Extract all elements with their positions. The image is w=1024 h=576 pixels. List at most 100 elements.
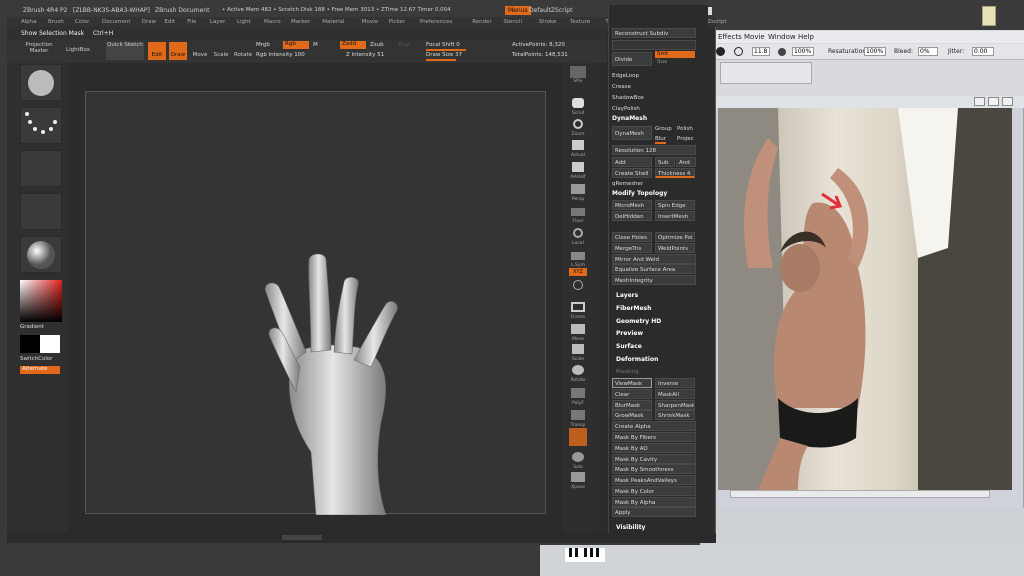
- mask-by-alpha-button[interactable]: Mask By Alpha: [612, 497, 696, 507]
- bleed-field[interactable]: 0%: [918, 47, 938, 56]
- main-color-swatch[interactable]: [40, 335, 60, 353]
- draw-button[interactable]: Draw: [169, 42, 187, 60]
- actual-icon[interactable]: Actual: [568, 140, 588, 160]
- micromesh-button[interactable]: MicroMesh: [612, 200, 652, 210]
- qremesher-menu[interactable]: qRemesher: [612, 179, 643, 189]
- menu-stroke[interactable]: Stroke: [539, 19, 557, 25]
- menu-color[interactable]: Color: [75, 19, 89, 25]
- menu-marker[interactable]: Marker: [291, 19, 310, 25]
- optimize-points-button[interactable]: Optimize Poi: [655, 232, 695, 242]
- bottom-scroll-handle[interactable]: [282, 535, 322, 540]
- alpha-thumbnail[interactable]: [20, 150, 62, 187]
- menu-brush[interactable]: Brush: [48, 19, 64, 25]
- mirror-and-weld-button[interactable]: Mirror And Weld: [612, 254, 696, 264]
- scroll-icon[interactable]: Scroll: [568, 98, 588, 118]
- blur-slider[interactable]: Blur: [655, 134, 667, 144]
- polyf-icon[interactable]: PolyF: [568, 388, 588, 408]
- mesh-integrity-button[interactable]: MeshIntegrity: [612, 275, 696, 285]
- polish-toggle[interactable]: Polish: [677, 124, 693, 134]
- move-button[interactable]: Move: [191, 42, 209, 60]
- alternate-button[interactable]: Alternate: [20, 366, 60, 374]
- menu-file[interactable]: File: [187, 19, 196, 25]
- menu-document[interactable]: Document: [102, 19, 131, 25]
- persp-icon[interactable]: Persp: [568, 184, 588, 204]
- menu-edit[interactable]: Edit: [164, 19, 175, 25]
- document-canvas[interactable]: [85, 91, 546, 516]
- blur-mask-button[interactable]: BlurMask: [612, 400, 652, 410]
- jitter-field[interactable]: 0.00: [972, 47, 994, 56]
- solo-icon[interactable]: Solo: [568, 452, 588, 472]
- visibility-menu[interactable]: Visibility: [616, 523, 645, 533]
- fibermesh-menu[interactable]: FiberMesh: [616, 304, 651, 314]
- brush-icon[interactable]: [778, 48, 786, 56]
- menu-material[interactable]: Material: [322, 19, 344, 25]
- preview-menu[interactable]: Preview: [616, 329, 643, 339]
- menu-movie[interactable]: Movie: [744, 33, 765, 41]
- menu-render[interactable]: Render: [472, 19, 492, 25]
- photoshop-secondary-doc[interactable]: [720, 62, 812, 84]
- sub-button[interactable]: Sub: [655, 157, 675, 167]
- layers-menu[interactable]: Layers: [616, 291, 638, 301]
- zcut-button[interactable]: Zcut: [398, 42, 410, 48]
- frame-icon[interactable]: Frame: [568, 302, 588, 322]
- dynamesh-button[interactable]: DynaMesh: [612, 126, 652, 140]
- menu-light[interactable]: Light: [237, 19, 251, 25]
- menu-draw[interactable]: Draw: [142, 19, 156, 25]
- geometry-hd-menu[interactable]: Geometry HD: [616, 317, 661, 327]
- material-thumbnail[interactable]: [20, 236, 62, 273]
- mask-by-smoothness-button[interactable]: Mask By Smoothness: [612, 464, 696, 474]
- opacity-field[interactable]: 100%: [792, 47, 814, 56]
- masking-header[interactable]: Masking: [616, 367, 639, 377]
- menu-macro[interactable]: Macro: [264, 19, 281, 25]
- claypolish-menu[interactable]: ClayPolish: [612, 104, 640, 114]
- menu-texture[interactable]: Texture: [570, 19, 590, 25]
- and-button[interactable]: And: [676, 157, 696, 167]
- equalize-surface-area-button[interactable]: Equalize Surface Area: [612, 264, 696, 274]
- resaturation-field[interactable]: 100%: [864, 47, 886, 56]
- divide-button[interactable]: Divide: [612, 52, 652, 66]
- menus-button[interactable]: Menus: [505, 6, 531, 15]
- sharpen-mask-button[interactable]: SharpenMask: [655, 400, 695, 410]
- mask-by-ao-button[interactable]: Mask By AO: [612, 443, 696, 453]
- crease-menu[interactable]: Crease: [612, 82, 631, 92]
- scale-button[interactable]: Scale: [212, 42, 230, 60]
- grow-mask-button[interactable]: GrowMask: [612, 410, 652, 420]
- insert-mesh-button[interactable]: InsertMesh: [655, 211, 695, 221]
- spix-icon[interactable]: SPix: [568, 66, 588, 86]
- surface-menu[interactable]: Surface: [616, 342, 642, 352]
- add-button[interactable]: Add: [612, 157, 652, 167]
- secondary-color-swatch[interactable]: [20, 335, 40, 353]
- dynamesh-header[interactable]: DynaMesh: [612, 114, 647, 124]
- menu-preferences[interactable]: Preferences: [420, 19, 452, 25]
- reconstruct-subdiv-button[interactable]: Reconstruct Subdiv: [612, 28, 696, 38]
- move-icon[interactable]: Move: [568, 324, 588, 344]
- switch-color-button[interactable]: SwitchColor: [20, 356, 53, 362]
- brush-size-field[interactable]: 11.8: [752, 47, 770, 56]
- lsym-icon[interactable]: L.Sym: [568, 250, 588, 270]
- delhidden-button[interactable]: DelHidden: [612, 211, 652, 221]
- ghost-icon[interactable]: [568, 428, 588, 448]
- menu-stencil[interactable]: Stencil: [503, 19, 522, 25]
- group-toggle[interactable]: Group: [655, 124, 672, 134]
- edit-button[interactable]: Edit: [148, 42, 166, 60]
- clear-mask-button[interactable]: Clear: [612, 389, 652, 399]
- texture-thumbnail[interactable]: [20, 193, 62, 230]
- mask-by-cavity-button[interactable]: Mask By Cavity: [612, 454, 696, 464]
- stroke-thumbnail[interactable]: [20, 107, 62, 144]
- gradient-label[interactable]: Gradient: [20, 324, 44, 330]
- menu-alpha[interactable]: Alpha: [21, 19, 37, 25]
- weld-points-button[interactable]: WeldPoints: [655, 243, 695, 253]
- merge-tris-button[interactable]: MergeTris: [612, 243, 652, 253]
- aahalf-icon[interactable]: AAHalf: [568, 162, 588, 182]
- apply-mask-button[interactable]: Apply: [612, 507, 696, 517]
- rotate-icon[interactable]: Rotate: [568, 365, 588, 385]
- m-button[interactable]: M: [313, 42, 318, 48]
- menu-help[interactable]: Help: [798, 33, 814, 41]
- menu-effects[interactable]: Effects: [718, 33, 742, 41]
- shrink-mask-button[interactable]: ShrinkMask: [655, 410, 695, 420]
- focal-shift-slider[interactable]: Focal Shift 0: [426, 42, 460, 48]
- smt-toggle[interactable]: Smt: [655, 51, 695, 58]
- lightbox-button[interactable]: LightBox: [62, 42, 94, 60]
- deformation-menu[interactable]: Deformation: [616, 355, 658, 365]
- default-zscript-button[interactable]: DefaultZScript: [529, 7, 572, 14]
